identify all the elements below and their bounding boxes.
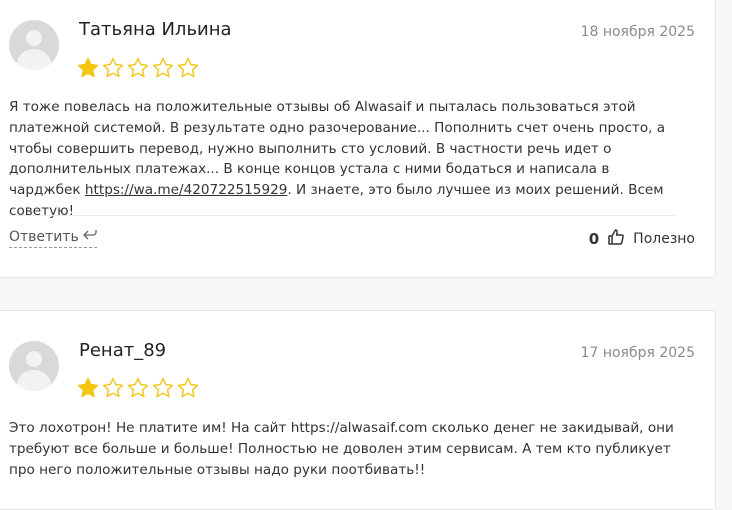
thumbs-up-icon[interactable] [607,228,625,250]
avatar [9,20,59,70]
star-empty-icon [177,377,199,398]
star-empty-icon [102,377,124,398]
review-author: Татьяна Ильина [79,19,232,40]
star-filled-icon [77,57,99,78]
review-card: Татьяна Ильина 18 ноября 2025 Я тоже пов… [0,0,716,278]
review-link[interactable]: https://wa.me/420722515929 [85,182,287,198]
likes-count: 0 [588,230,600,248]
star-empty-icon [177,57,199,78]
avatar [9,341,59,391]
star-empty-icon [127,377,149,398]
star-empty-icon [102,57,124,78]
rating-stars [77,57,199,78]
helpful-control: 0 Полезно [589,228,695,250]
review-text: Я тоже повелась на положительные отзывы … [9,99,666,219]
fade-overlay [0,479,715,509]
divider [9,215,677,216]
star-empty-icon [127,57,149,78]
star-empty-icon [152,57,174,78]
review-date: 18 ноября 2025 [580,24,695,40]
star-filled-icon [77,377,99,398]
helpful-label[interactable]: Полезно [633,231,695,247]
reply-arrow-icon [82,229,97,245]
reply-button[interactable]: Ответить [9,229,97,248]
rating-stars [77,377,199,398]
review-text: Это лохотрон! Не платите им! На сайт htt… [9,420,674,478]
reply-label: Ответить [9,229,79,245]
star-empty-icon [152,377,174,398]
review-date: 17 ноября 2025 [580,345,695,361]
review-card: Ренат_89 17 ноября 2025 Это лохотрон! Не… [0,310,716,510]
review-author: Ренат_89 [79,340,167,361]
